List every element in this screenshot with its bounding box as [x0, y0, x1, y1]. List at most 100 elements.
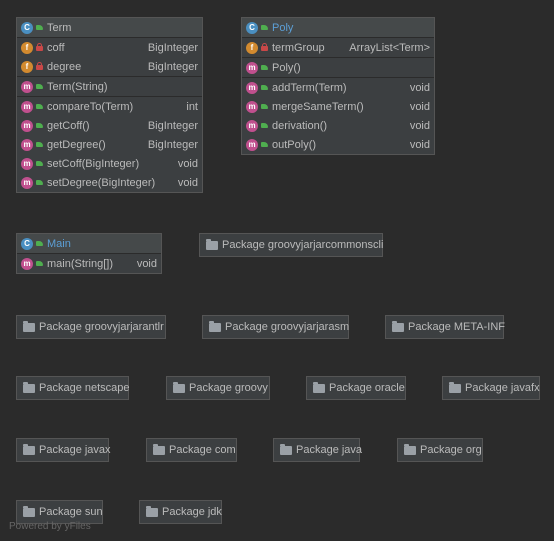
public-modifier-icon: [36, 24, 43, 31]
method-name: addTerm(Term): [272, 81, 347, 94]
folder-icon: [392, 321, 404, 332]
method-row: m setCoff(BigInteger) void: [17, 154, 202, 173]
folder-icon: [153, 444, 165, 455]
class-name: Term: [47, 21, 72, 34]
package-label: Package jdk: [162, 506, 222, 518]
public-modifier-icon: [261, 84, 268, 91]
public-modifier-icon: [261, 122, 268, 129]
package-groovyjarjarcommonscli[interactable]: Package groovyjarjarcommonscli: [199, 233, 383, 257]
package-label: Package oracle: [329, 382, 405, 394]
method-row: m derivation() void: [242, 116, 434, 135]
class-term-header: C Term: [17, 18, 202, 38]
class-poly[interactable]: C Poly f termGroup ArrayList<Term> m Pol…: [241, 17, 435, 155]
method-icon: m: [246, 81, 258, 94]
method-icon: m: [246, 138, 258, 151]
method-icon: m: [21, 119, 33, 132]
method-return-type: BigInteger: [147, 119, 198, 132]
method-row: m compareTo(Term) int: [17, 96, 202, 116]
package-label: Package javax: [39, 444, 111, 456]
folder-icon: [404, 444, 416, 455]
method-icon: m: [21, 80, 33, 93]
folder-icon: [146, 506, 158, 517]
package-label: Package netscape: [39, 382, 130, 394]
package-netscape[interactable]: Package netscape: [16, 376, 130, 400]
method-name: derivation(): [272, 119, 328, 132]
package-java[interactable]: Package java: [273, 438, 363, 462]
public-modifier-icon: [261, 141, 268, 148]
method-icon: m: [246, 119, 258, 132]
field-name: degree: [47, 60, 82, 73]
folder-icon: [23, 321, 35, 332]
method-row: m setDegree(BigInteger) void: [17, 173, 202, 192]
method-row: m getDegree() BigInteger: [17, 135, 202, 154]
class-icon: C: [21, 21, 33, 34]
method-icon: m: [21, 257, 33, 270]
field-type: BigInteger: [147, 41, 198, 54]
public-modifier-icon: [36, 260, 43, 267]
class-name: Main: [47, 237, 71, 250]
field-icon: f: [21, 41, 33, 54]
method-name: getCoff(): [47, 119, 90, 132]
package-label: Package groovyjarjarantlr: [39, 321, 164, 333]
constructor-row: m Term(String): [17, 76, 202, 96]
class-poly-header: C Poly: [242, 18, 434, 38]
public-modifier-icon: [36, 103, 43, 110]
package-groovy[interactable]: Package groovy: [166, 376, 270, 400]
folder-icon: [206, 239, 218, 250]
method-name: mergeSameTerm(): [272, 100, 364, 113]
package-javafx[interactable]: Package javafx: [442, 376, 540, 400]
package-label: Package groovy: [189, 382, 268, 394]
field-icon: f: [246, 41, 258, 54]
class-main[interactable]: C Main m main(String[]) void: [16, 233, 162, 274]
method-name: getDegree(): [47, 138, 106, 151]
method-icon: m: [21, 157, 33, 170]
method-icon: m: [21, 176, 33, 189]
package-org[interactable]: Package org: [397, 438, 483, 462]
package-oracle[interactable]: Package oracle: [306, 376, 406, 400]
method-return-type: void: [136, 257, 157, 270]
folder-icon: [280, 444, 292, 455]
package-label: Package org: [420, 444, 482, 456]
method-icon: m: [246, 100, 258, 113]
constructor-name: Term(String): [47, 80, 108, 93]
package-groovyjarjarantlr[interactable]: Package groovyjarjarantlr: [16, 315, 166, 339]
public-modifier-icon: [36, 83, 43, 90]
folder-icon: [23, 506, 35, 517]
folder-icon: [173, 382, 185, 393]
package-jdk[interactable]: Package jdk: [139, 500, 222, 524]
folder-icon: [23, 382, 35, 393]
constructor-name: Poly(): [272, 61, 301, 74]
method-row: m main(String[]) void: [17, 254, 161, 273]
folder-icon: [313, 382, 325, 393]
package-label: Package java: [296, 444, 363, 456]
package-label: Package groovyjarjarcommonscli: [222, 239, 384, 251]
public-modifier-icon: [36, 141, 43, 148]
class-term[interactable]: C Term f coff BigInteger f degree BigInt…: [16, 17, 203, 193]
private-lock-icon: [36, 62, 43, 70]
field-type: BigInteger: [147, 60, 198, 73]
package-meta-inf[interactable]: Package META-INF: [385, 315, 505, 339]
public-modifier-icon: [261, 64, 268, 71]
method-name: main(String[]): [47, 257, 114, 270]
method-icon: m: [246, 61, 258, 74]
package-label: Package groovyjarjarasm: [225, 321, 350, 333]
public-modifier-icon: [36, 160, 43, 167]
package-com[interactable]: Package com: [146, 438, 237, 462]
package-label: Package javafx: [465, 382, 540, 394]
field-name: termGroup: [272, 41, 325, 54]
public-modifier-icon: [36, 179, 43, 186]
method-icon: m: [21, 100, 33, 113]
private-lock-icon: [36, 43, 43, 51]
field-row: f termGroup ArrayList<Term>: [242, 38, 434, 57]
package-javax[interactable]: Package javax: [16, 438, 111, 462]
package-groovyjarjarasm[interactable]: Package groovyjarjarasm: [202, 315, 349, 339]
method-row: m addTerm(Term) void: [242, 77, 434, 97]
public-modifier-icon: [261, 103, 268, 110]
method-name: setDegree(BigInteger): [47, 176, 156, 189]
method-return-type: BigInteger: [147, 138, 198, 151]
method-return-type: void: [409, 119, 430, 132]
field-name: coff: [47, 41, 65, 54]
constructor-row: m Poly(): [242, 57, 434, 77]
class-icon: C: [21, 237, 33, 250]
package-label: Package sun: [39, 506, 103, 518]
